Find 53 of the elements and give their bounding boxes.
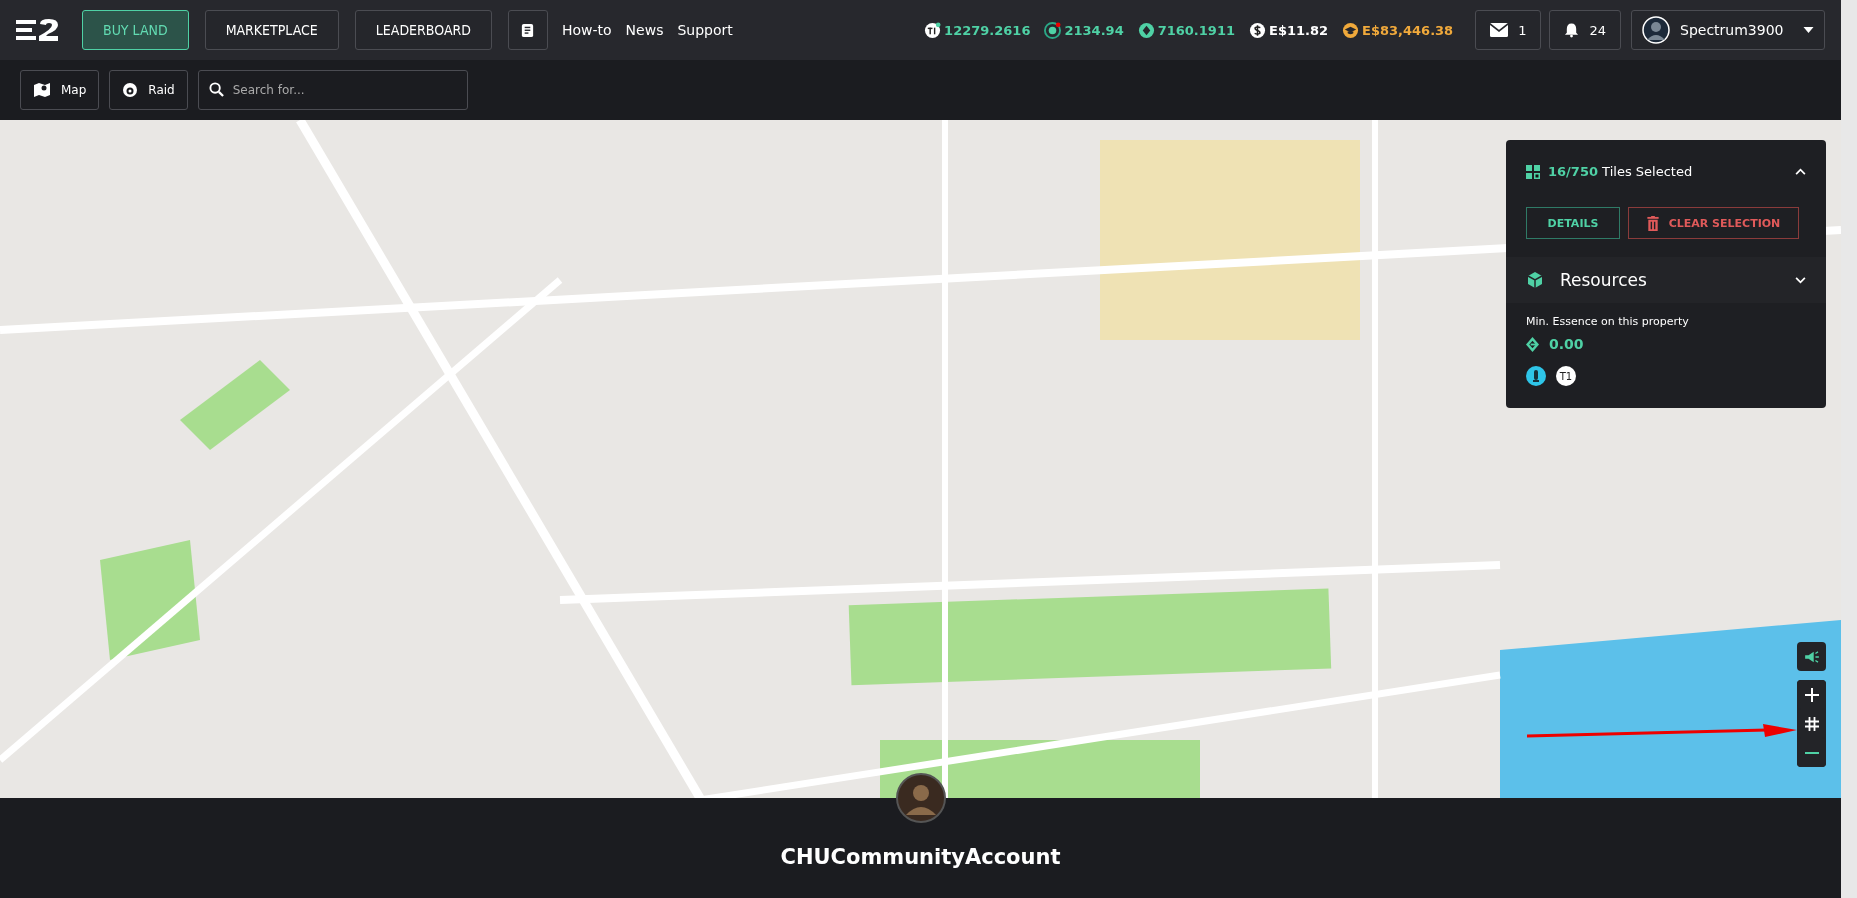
chevron-down-icon[interactable]: [1795, 276, 1806, 284]
docs-button[interactable]: [507, 10, 548, 50]
nav-link[interactable]: Support: [677, 22, 733, 38]
cube-icon: [1526, 271, 1544, 289]
tier-badge-icon: [924, 21, 942, 39]
trash-icon: [1646, 215, 1659, 231]
target-icon: [122, 82, 139, 98]
essence-icon: [1137, 21, 1155, 39]
mail-button[interactable]: 1: [1475, 10, 1542, 50]
details-button[interactable]: DETAILS: [1526, 207, 1620, 239]
map-icon: [33, 82, 51, 98]
balance-value: E$11.82: [1269, 22, 1329, 38]
essence-icon: [1526, 336, 1539, 352]
scrollbar[interactable]: [1841, 0, 1857, 898]
logo-icon[interactable]: [16, 18, 60, 42]
clear-selection-button[interactable]: CLEAR SELECTION: [1628, 207, 1799, 239]
caret-icon: [1803, 27, 1814, 33]
dollar-icon: [1249, 21, 1266, 39]
essence-value: 0.00: [1549, 336, 1584, 352]
graduation-cap-icon: [1342, 21, 1360, 39]
user-menu[interactable]: Spectrum3900: [1631, 10, 1825, 50]
nav-link[interactable]: News: [625, 22, 664, 38]
balance-value: E$83,446.38: [1362, 22, 1454, 38]
tiles-selected-label: 16/750 Tiles Selected: [1548, 164, 1694, 179]
search-field[interactable]: Search for...: [197, 70, 468, 110]
tiles-icon: [1526, 164, 1540, 179]
target-icon: [1044, 21, 1062, 39]
balance-value: 7160.1911: [1157, 22, 1235, 38]
avatar-icon: [1642, 16, 1670, 44]
chevron-up-icon[interactable]: [1795, 168, 1806, 175]
megaphone-icon: [1803, 650, 1820, 663]
nav-button[interactable]: LEADERBOARD: [354, 10, 492, 50]
bell-icon: [1564, 22, 1580, 38]
plus-icon: [1804, 687, 1819, 702]
nav-button[interactable]: BUY LAND: [82, 10, 189, 50]
minus-icon: [1804, 751, 1819, 754]
grid-icon: [1804, 716, 1819, 731]
essence-label: Min. Essence on this property: [1526, 315, 1690, 328]
pin-badge-icon: [1526, 366, 1546, 386]
envelope-icon: [1490, 23, 1509, 37]
notifications-button[interactable]: 24: [1549, 10, 1621, 50]
map-button[interactable]: Map: [20, 70, 100, 110]
search-icon: [208, 82, 224, 97]
account-name: CHUCommunityAccount: [780, 845, 1061, 871]
nav-link[interactable]: How-to: [561, 22, 612, 38]
document-icon: [520, 22, 536, 38]
resources-heading: Resources: [1560, 270, 1648, 290]
raid-button[interactable]: Raid: [109, 70, 188, 110]
megaphone-button[interactable]: [1797, 642, 1826, 671]
nav-button[interactable]: MARKETPLACE: [204, 10, 339, 50]
balance-value: 12279.2616: [944, 22, 1031, 38]
balance-value: 2134.94: [1064, 22, 1124, 38]
tier-badge: T1: [1556, 366, 1576, 386]
